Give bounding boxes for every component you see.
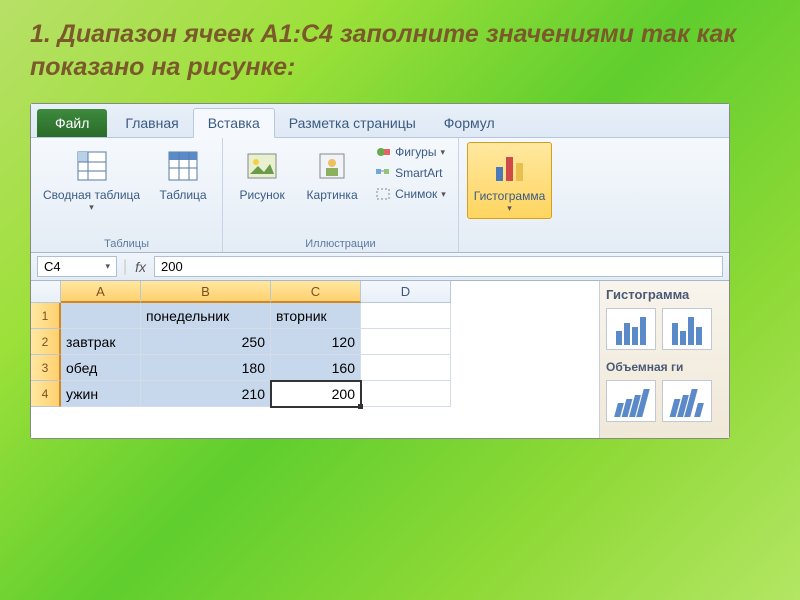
cell-B2[interactable]: 250 — [141, 329, 271, 355]
histogram-dropdown-panel: Гистограмма Объемная ги — [599, 281, 729, 438]
cell-D1[interactable] — [361, 303, 451, 329]
hist-3d-option-1[interactable] — [606, 380, 656, 422]
cell-A3[interactable]: обед — [61, 355, 141, 381]
chevron-down-icon[interactable]: ▾ — [105, 261, 110, 272]
row-header-1[interactable]: 1 — [31, 303, 61, 329]
col-header-A[interactable]: A — [61, 281, 141, 303]
clipart-icon — [312, 146, 352, 186]
select-all-corner[interactable] — [31, 281, 61, 303]
sheet-area: A B C D 1 понедельник вторник 2 завтрак … — [31, 281, 729, 438]
grid: A B C D 1 понедельник вторник 2 завтрак … — [31, 281, 599, 438]
histogram-icon — [490, 147, 530, 187]
name-box-value: C4 — [44, 259, 61, 274]
pivot-table-label: Сводная таблица — [43, 188, 140, 202]
clipart-label: Картинка — [307, 188, 358, 202]
col-header-C[interactable]: C — [271, 281, 361, 303]
picture-icon — [242, 146, 282, 186]
table-label: Таблица — [160, 188, 207, 202]
tab-home[interactable]: Главная — [111, 109, 192, 137]
cell-A2[interactable]: завтрак — [61, 329, 141, 355]
col-header-B[interactable]: B — [141, 281, 271, 303]
row-header-4[interactable]: 4 — [31, 381, 61, 407]
screenshot-icon — [375, 186, 391, 202]
clipart-button[interactable]: Картинка — [301, 142, 363, 206]
smartart-label: SmartArt — [395, 166, 442, 180]
slide-title: 1. Диапазон ячеек А1:С4 заполните значен… — [0, 0, 800, 95]
formula-input[interactable]: 200 — [154, 256, 723, 277]
cell-C2[interactable]: 120 — [271, 329, 361, 355]
picture-label: Рисунок — [239, 188, 284, 202]
group-tables-label: Таблицы — [104, 238, 149, 250]
smartart-button[interactable]: SmartArt — [371, 163, 450, 183]
ribbon-group-tables: Сводная таблица ▾ Таблица Таблицы — [31, 138, 223, 252]
hist-2d-option-1[interactable] — [606, 308, 656, 350]
pivot-table-button[interactable]: Сводная таблица ▾ — [39, 142, 144, 217]
shapes-label: Фигуры — [395, 145, 436, 159]
formula-bar: C4 ▾ | fx 200 — [31, 253, 729, 281]
shapes-icon — [375, 144, 391, 160]
cell-C4[interactable]: 200 — [271, 381, 361, 407]
table-button[interactable]: Таблица — [152, 142, 214, 217]
cell-C3[interactable]: 160 — [271, 355, 361, 381]
smartart-icon — [375, 165, 391, 181]
cell-D2[interactable] — [361, 329, 451, 355]
chevron-down-icon: ▾ — [441, 189, 446, 200]
row-header-2[interactable]: 2 — [31, 329, 61, 355]
cell-B4[interactable]: 210 — [141, 381, 271, 407]
cell-A4[interactable]: ужин — [61, 381, 141, 407]
hist-3d-option-2[interactable] — [662, 380, 712, 422]
cell-C1[interactable]: вторник — [271, 303, 361, 329]
hist-2d-option-2[interactable] — [662, 308, 712, 350]
tab-formulas[interactable]: Формул — [430, 109, 509, 137]
chevron-down-icon: ▾ — [507, 203, 512, 214]
file-tab[interactable]: Файл — [37, 109, 107, 137]
cell-B1[interactable]: понедельник — [141, 303, 271, 329]
tab-insert[interactable]: Вставка — [193, 108, 275, 138]
cell-D4[interactable] — [361, 381, 451, 407]
pivot-table-icon — [72, 146, 112, 186]
col-header-D[interactable]: D — [361, 281, 451, 303]
fx-label[interactable]: fx — [135, 259, 146, 275]
screenshot-button[interactable]: Снимок ▾ — [371, 184, 450, 204]
ribbon-group-charts: Гистограмма ▾ — [459, 138, 560, 252]
chevron-down-icon: ▾ — [440, 147, 445, 158]
ribbon-group-illustrations: Рисунок Картинка Фигуры ▾ — [223, 138, 459, 252]
chevron-down-icon: ▾ — [89, 202, 94, 213]
ribbon-tabs: Файл Главная Вставка Разметка страницы Ф… — [31, 104, 729, 138]
hist-3d-title: Объемная ги — [606, 360, 723, 374]
name-box[interactable]: C4 ▾ — [37, 256, 117, 277]
hist-panel-title: Гистограмма — [606, 287, 723, 302]
table-icon — [163, 146, 203, 186]
group-illustrations-label: Иллюстрации — [305, 238, 375, 250]
shapes-button[interactable]: Фигуры ▾ — [371, 142, 450, 162]
excel-window: Файл Главная Вставка Разметка страницы Ф… — [30, 103, 730, 439]
screenshot-label: Снимок — [395, 187, 437, 201]
histogram-label: Гистограмма — [474, 189, 545, 203]
picture-button[interactable]: Рисунок — [231, 142, 293, 206]
row-header-3[interactable]: 3 — [31, 355, 61, 381]
cell-B3[interactable]: 180 — [141, 355, 271, 381]
histogram-button[interactable]: Гистограмма ▾ — [467, 142, 552, 219]
cell-A1[interactable] — [61, 303, 141, 329]
cell-D3[interactable] — [361, 355, 451, 381]
tab-page-layout[interactable]: Разметка страницы — [275, 109, 430, 137]
ribbon-body: Сводная таблица ▾ Таблица Таблицы — [31, 138, 729, 253]
